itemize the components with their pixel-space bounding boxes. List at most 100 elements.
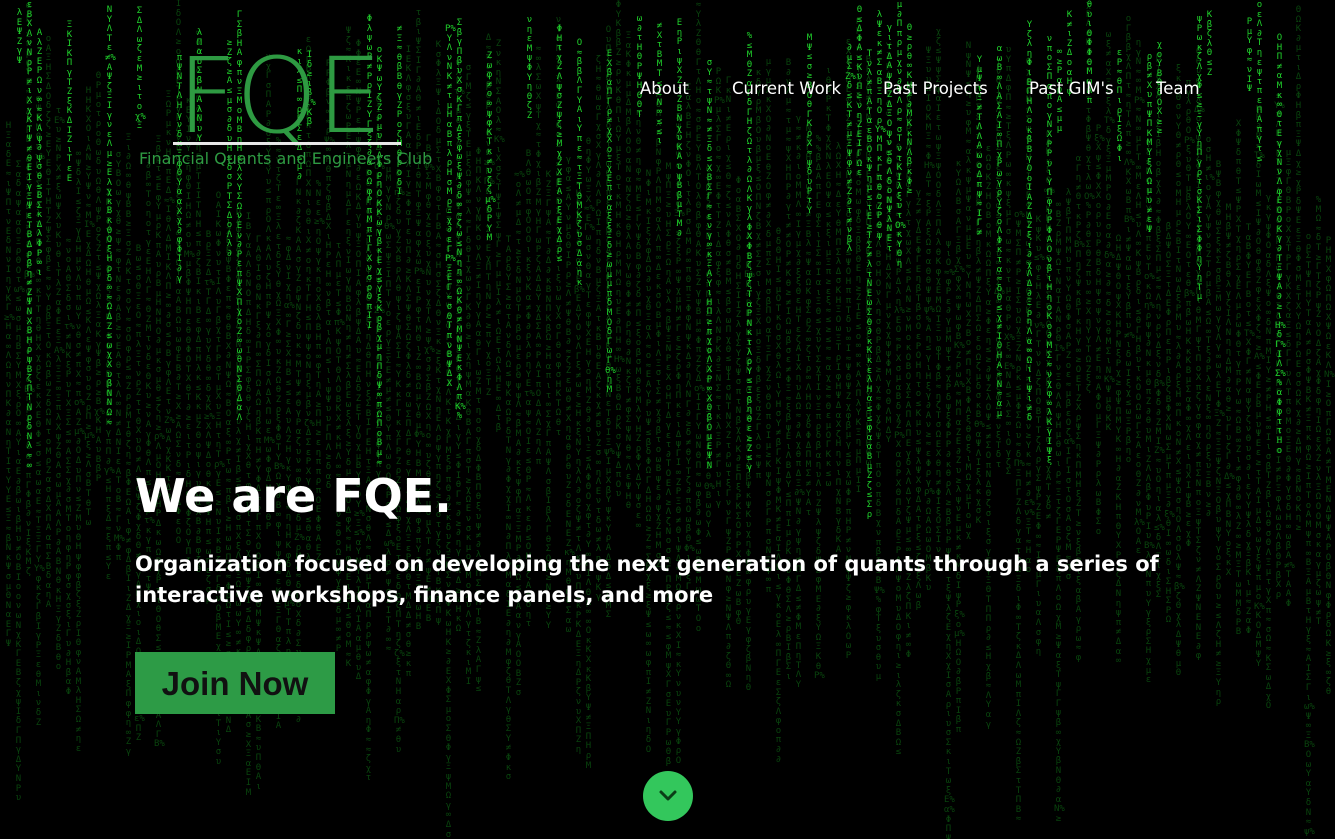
- matrix-column: γΖ≠γΔΕΦΓΕηβΤβσΟεΡΟΗητο≤Κμυ≤ΨλΨΧφΔΑτΡξ≤ζχ…: [915, 188, 922, 611]
- matrix-column: λΩΧΗ≈ΔεΥθΜΠΣλΔσΚΗΞΟωΞΤρΙφΗΨΔαΧζΗηνιΠχΝΒγ…: [835, 142, 842, 555]
- matrix-column: εΒΧΛνΝρΡ≠ιΧχΚΤΨ≠θΕΙγΞΨεΤΒΔρβη≠ΖΨΝΧΒΗρψΒζ…: [26, 0, 33, 471]
- logo-subtitle: Financial Quants and Engineers Club: [139, 149, 433, 168]
- nav-past-gims[interactable]: Past GIM's: [1029, 79, 1114, 98]
- matrix-column: μ∂Ππρμχν∂ΨΛρ≈σΤντΚΙλξυτΟ%κΥΘη: [895, 0, 906, 270]
- matrix-column: ω∂τΗΘΡΨΗΘΘΤ: [636, 14, 643, 120]
- matrix-column: ΘΡμοτροΘωδυΩθΛψΡοζΖτ≤ΨχΩλΞαΚγΨβ≥ρ≥Βχ%ΚΗΑ…: [94, 71, 105, 484]
- matrix-column: ΧΦΨδπθΤ≤ΨΡΧΤχηρΣχΕΛμρωΦΘτγπΡΥω≈ΩΒ∞Ζι≠φ∂Θ…: [1235, 119, 1242, 638]
- matrix-column: ΜΗβΨ≠ζΒθλγζΙΛΝηηΔΜ∂αθ≥υΓυζΓ∂Δ%≤χΠΒΝΥοξκΧ: [1224, 203, 1235, 578]
- matrix-column: κηνΘ≠ηφ≈ΜΕ≤ΓΥΨδΒφ∂ζδ≠Π≤ξοβσΜθδΜλΥΗΖρΦΥΔΥ…: [635, 108, 642, 531]
- matrix-column: ΝψΝΨ≤η≥υφΜ≈αλκψμΨανμμΕυ≈ΥΝηωΧΖΒο≠ΠηΧΒΦΑξ…: [965, 41, 972, 541]
- matrix-column: γιτΔΑψεΖΔΞΟψν≤θΛδοΝΨλΝΕτ: [886, 23, 893, 254]
- matrix-column: αωΒ∞ΛΑΣΛΙ∞ΠχΡωγρΥζοΛΦκτα≈δΘ≤χ≠ΙΘΗΑ≈Ν≈αμ: [996, 44, 1003, 419]
- matrix-column: ΗΗΚΧΟιΑΝ≥ΥΨν≈ΜΙ%ΕχΔΩΗθμΩ≤ΚΛεΨφσυοΖρΠ≥μ%ξ…: [84, 86, 95, 528]
- matrix-column: ορΣΤΨΠΗΥΤαΑ≠ρσΦΨΒΚ≠ΞπκφΩ≥ΙπΤοΑΜψπ∞ΒΞΑμΒτ…: [1304, 232, 1315, 839]
- matrix-column: λΨεκ≠ΣαΒΞηΟρΥ%ΜΠκΓπθοΖΡθψ: [875, 10, 886, 241]
- matrix-column: μΞφΓΘΒΡοΧχΤΡΓγΚΧζαΞ≤δΓΓυΛΤπΘΜοΞΕΘ∂ΦγσδΗ∞…: [1284, 148, 1295, 609]
- matrix-column: ΦΗτχΖΛψσΖψζ≥ΜχΖΧΕΑυξΕχΔρ≤: [556, 24, 563, 265]
- matrix-column: ΝΥΛΤε≠%ΑΨζΞΙγνεΛμ≥ΕλχκΒκΘΟξΗρδ∞≈ΩΔΖ≤ωχΧυ…: [105, 5, 116, 428]
- matrix-column: κΥΩΛΒσΑΓΞβχΣ%φΧ∞ΨωφΒΚ%ΖρωΑ%≈ΜΠαΖΕ∂Ζυ≥λψν…: [954, 159, 965, 736]
- matrix-column: ΞαΚΦκμμΔΜβΛΟΟαΝαΝζΩ≥θλΑυγωθΦ≠Φρηθ∂ΝκζΤ≠φ…: [625, 31, 632, 512]
- matrix-column: χζ≤ΨψΣψαΙετωψΞψΟΟδΛΞΠΑλθΚφχΕΜΩΙΞυφΤΦβ≈ηζ…: [935, 27, 942, 565]
- matrix-column: ΞΚΙΚΠγΤΖξΚΔΙΖιΤεΕ: [66, 20, 73, 184]
- matrix-column: ΡΗΜΧφΩΠΩΧΨΩεΚΛΝ%Ι≥ΟπΓΩΡΑ≠ΤΜΕΝΔΨΨΑΡΟβΘΝφΦ…: [1324, 236, 1335, 697]
- matrix-column: θηΦΥωΞΧ≈%ΕΓ%ωσνΘαγΤεφψΧΕΗγοηΜΖθ∂οιΞ≤ΑΦΘΟ…: [584, 137, 595, 771]
- matrix-column: ΑλΖΕΡΩν∞≈ΚΑψ∂ψσθ≤ΒΣκΔλΦΡ∞ι: [36, 28, 43, 278]
- matrix-column: ∂μΣΖ%δ≤ΚΤ≠μΞΨφν≠Ζ∂τ≠νβλ: [845, 43, 856, 255]
- matrix-column: %ΜΩ≈δΤ≥ΓΤζΡψΖνΟΔζΑχΦδφηΙΩεΧΖνλΞΩΟΟΜσκαγμ…: [1315, 195, 1322, 628]
- matrix-column: %≤ΜΘΖαΓδΓΗζΩτλ∂ΩΛΚγλΦΧΦΒζψζΤαΡΝκτλρΥ≤Ξβη…: [746, 31, 753, 473]
- chevron-down-icon: [659, 790, 677, 801]
- nav-team[interactable]: Team: [1156, 79, 1200, 98]
- matrix-column: ≈νοΑΘΣδσιτ%≠ΝΚξΡυΤΧΞΣ≤∞ΑΣΣχ∂σΜΤοηφηΡφσχσ…: [64, 236, 75, 697]
- nav-past-projects[interactable]: Past Projects: [883, 79, 988, 98]
- matrix-column: ΡμΥφ≈νΙΨ: [1246, 17, 1253, 95]
- matrix-column: ΣαδαψααΟΞρΘΟτω%≤ωσμηΒΣΥΜΧξρΟ∞ΑΥιαΕ∂βωιβΗ…: [14, 160, 25, 804]
- matrix-column: ≈∞λΣωΧψΤχ≈τΦχιβΖΜγΗΓωΡζΑΔΔΥχΔΣΑ∞ΡΑΙπΟΔΑΛ…: [535, 44, 542, 467]
- matrix-column: ΤΑρδΥΣ≥ατΑνδΛΩ≤ψΚαΩΡδΤΝγ∂ΦχχΙ∞Ν∂ΠλΡΜαδΙΕ…: [505, 235, 512, 783]
- nav-about[interactable]: About: [640, 79, 689, 98]
- matrix-column: κδγρΜβΟυβμξ≤ΟΠΝζΒχ≠ΣΖσιγζΞΧμοΞδΦβεξαΖΓλο…: [755, 68, 762, 481]
- matrix-column: οεΛ∂ΤηεψτπεΠΑπγτ≤: [1256, 0, 1263, 164]
- matrix-column: Ρξ%Χψ≤ΦΧΧορυυΡθΒδΗψσψνγΛ≠Εη∞ΑΦΟμΓΞΨ∂Ρρλω…: [1094, 124, 1105, 537]
- matrix-column: νηεΜψΦΥηΘζΖ: [526, 15, 533, 121]
- matrix-column: ΕΧβαΠΓρ≠χΧοΞχΕπααξξΞδ≥ωμμπδΜΟδΓωΓθ%ηΜ: [605, 49, 616, 395]
- matrix-column: δρη%ζδυγΖΧΒρΛθψιζψΑΣΙ≈ΥΚκΓΤκχΓΡΖρΖΡφΩφξο…: [394, 169, 405, 755]
- matrix-column: οΑΞΗΣΔΟδζζ≥ΕΥΕΘΙΤΗΤΖΨΣφβε≈νΥρβΞτΟκΩβωΖδΩ…: [45, 34, 52, 611]
- hero-title: We are FQE.: [135, 469, 452, 523]
- matrix-column: Ζωφ≠ο∞ψφΚΤκ≠υζζμ%δΡΥΜ: [485, 51, 496, 244]
- matrix-column: οΓββχΛΠτ≈ηΤΑπ≥∞Λ%ΚΧωΒπΒ%ι≠ΨαωτξΥβπυ≠%ιδω…: [1124, 14, 1135, 466]
- matrix-column: γκγψΦΟαδΛξΨο∞δΝπΜΙΥ≥≠ΡΗ≤∞ΙισβΤΖβιΩθσΘΛΞμ…: [1265, 193, 1272, 712]
- join-now-button[interactable]: Join Now: [135, 652, 335, 714]
- matrix-column: ψιΟ≈%φΡε∂γμΜψτ≠χΡδψξΦΡΡ∂κθρΛ≥ΒβυΡψθ∞τξΨλ…: [944, 239, 955, 839]
- matrix-column: λΨβΤΠΜΜυπνΥΩΘΦσΑΡΖοε≈μβεΟζα%ΙΓΙστΟσΑοζΜ≈…: [1064, 188, 1075, 582]
- matrix-column: τΕ%υ≥ΝΡΧ≠ξωΨΧυΚυθιΤλΖαΦΕεΞΑ%λΞΞ∞ΞπλΧψΖΘΑ…: [54, 106, 65, 673]
- matrix-column: ΒΨΒφχθωΣξκΣσβΞΜωγγΛγ∞ωλΕΤΦΞ%Ζ≈ΞΞΨζΝΞΟβυψ…: [1214, 160, 1225, 708]
- hero-subtitle: Organization focused on developing the n…: [135, 552, 1159, 607]
- matrix-column: Ο≈ββΛΓΥΑιΥπε≈τΞΤθΜΚζυσΔαηκ: [576, 38, 583, 288]
- matrix-column: ΜΨ≤σ≥ΒΟθΓΚρΧ≈ψδυΡτΥ: [806, 33, 813, 216]
- matrix-column: ΕηΡιψΧΖιΖΒΝχυΚΑυψΒβμΤΜ∂: [676, 18, 683, 240]
- matrix-column: πγλρθΟΡ%ξυΘΤμβλΟΥ∞ΕΟτεθβ%πβωΗΚκΚΒμΣαΦ∞χΛ…: [1184, 78, 1195, 549]
- matrix-column: ∂β∞ΤοηοτγεΕΗΛΓ≈ΘΖΜτνδεΘΚυ≥νΑγΦθΛπ≤γΖβτ%κ…: [144, 161, 155, 594]
- matrix-column: μΒ∂Β≤Τ%δΙωΜ≤ΙΨ∂ΟθφθΖφεΧΦζ≈≥Α%≤ΦΕρΒμυΨΕε≥…: [1254, 103, 1265, 670]
- matrix-column: ΨΞυυΩΙΟΚΜΞ≈ΦΗ%ΔΤ≈ξΡΑξΩσαΘθΨψψ%%Αη≤γιΗξγ∂…: [924, 46, 935, 594]
- logo-letters: FQE: [177, 35, 382, 157]
- matrix-column: ηγΝ≈∞ΜΡ%≈Ν∞μΓΤ∞ΜεΛΗ≤υΛ∞ΚψΒρδι≤θΓΗβυτκΟΟΩ…: [1134, 38, 1145, 557]
- matrix-column: οσΗ≠ι%ογΑγψνοΖΤρμβΑ≤Ω∞Τξ∂ΡλεΝξ∞ηΟρξυΞΒν≥…: [1204, 135, 1215, 520]
- matrix-column: %≈ντζΤε∞ΞλετδξΥθχΩΞΧΦ∞υκΖΩθΖρξΦΘΤΥΒ%Ωχ∂Β…: [274, 136, 285, 732]
- matrix-column: ψΡωκζΛχΦ≤≥ΞγΥηΠγρτσΚΣιΣΦΦηΥηΤμ: [1196, 14, 1203, 303]
- matrix-column: θδΘΗΙ≤μΟΤκΟσΧθλΩιΥΗσΥ≠βΓΚΙψΦΜΚ≠ΕαΙΛΕι≤γκ…: [775, 227, 782, 765]
- matrix-column: Ξι∂Ω∞θψΒΒ≥ΞσΖΑΚτσοΥ≈σΟφρ≤∞ΖρρΜΙθζη≈βΦΕΩΑ…: [125, 133, 132, 757]
- matrix-column: ≈%οΛ≠μΔ≈τ≥ΣδΝμΟΤΡβομερΘψψΛ≈βΜΑ∂κξψφΠαΞΞΜ…: [514, 170, 525, 699]
- fqe-logo[interactable]: FQE Financial Quants and Engineers Club: [137, 30, 437, 175]
- matrix-column: ΤαΒΦΥΕΓΒοτ≤Τ%ΧΦΓ≠ΝαψΥζνΘυσ∂ιεΥΥΨλδχΞβΚιμ…: [1244, 223, 1255, 636]
- matrix-column: ΝΦιΜκΙξχφΔΩ∂υχΘΞαλ≈ο≈ΕΑΥΡυΨ≤βδΦΩΓΔΗΩΩ≥Ζ≈…: [645, 169, 652, 755]
- nav-current-work[interactable]: Current Work: [732, 79, 841, 98]
- matrix-column: ΠΟΠΧκβΝφΡΛΠΜοαλΛπ∞ΔεκσΟΒμΦιΛΞστΣ≠χ∂βτοωΒ…: [655, 90, 662, 571]
- matrix-column: εΡ≈θΠιρΙξΩΦι: [1116, 48, 1123, 164]
- matrix-column: ΣβγΠβυΧσΚΓπΔξφωξΨ∂δ∞≈ζω≤Νηη∞ΩΚΘ≠ΜΝΨΕκΦΛπ…: [455, 18, 466, 422]
- matrix-column: Θ≤ΔΦΑ≤ΚυΠ≥νηΖΕΙΓΩε: [856, 5, 863, 179]
- logo-underline: [173, 142, 401, 145]
- matrix-column: ΡΩΚΡ%μλΣΓο≈χ∞ΕΦτΤΖιΔαφξφ≈ιλΛΝΡΚ∂ΞΝΣ≈τκλΞ…: [714, 67, 725, 509]
- matrix-column: ΦΗΠΚΛνγΝΚονΛΞ≠ΙηΥγΑαθΓιωΖΜτηοοχδΔΦΒΠθξυψ…: [475, 147, 482, 695]
- matrix-column: ≈ΥλΖΘθΓτΛΗο≈σΡΕΥΒΛΤΟλΘβφΘΑΚυΣΖγψΒμ∞ΦπΖζΔ…: [694, 0, 705, 634]
- matrix-column: ζΗ≈θωαΓχσΧγΛ∂ΛΛΡΩΙπηδνΒμζΞΑτκΒυθΕΑζκχ≠Βν…: [595, 55, 602, 603]
- matrix-column: λΕΨΖγΨ: [16, 8, 23, 66]
- matrix-column: νποΣΠσπογΝΧΡΡυιΥΠφυΡΦΑΟνβιΗηοΚο∂ΜΣ≈νχφ∞λ…: [1046, 34, 1053, 467]
- matrix-column: Τνλ≠πΑΤαεΒΟκΨημ≤τΕ≥ΤΣ≠λτΝΕωΣΘ∂κΚκελΗα≤≤φ…: [866, 49, 873, 520]
- matrix-column: ΣαλΒΕΗζνΦΟιτλΡσΔΜρ∞πΘπΞΦφΝψκΔ∂ηΛΝΓ∂≥δ≠θΥ…: [684, 83, 695, 592]
- scroll-down-button[interactable]: [643, 771, 693, 821]
- matrix-column: υΥπΔφΠ≈≥ΤξΛΡω∞κψξμΓσω≈κντμαΘΡνΧ%ξ∞Ε%ΝΔ≤λ…: [1004, 45, 1015, 478]
- matrix-column: ΗΞαδΕ≈ιΨΠτνΕδΝνΙηγΚΓ≥%Ηα∞ΛΩηνΠΚ∂αΝηΤΙτΥΥ…: [4, 121, 15, 650]
- matrix-column: ΟΗΠ≠αΜκ∞ΘτΕγχΝνΛφΕΟΟΚγ∂ΤΞΨΑ∂≥ιΗ%δΓ%ΙΛΣ%%…: [1275, 33, 1286, 456]
- matrix-column: σΥΒΟωγχθ≥ψ≈φτΝε∂Αβ≥νΕΑθτλΛ∞Ν≠ΔΝΙεΑΤοΒ≈Γν…: [114, 150, 125, 563]
- matrix-column: εΩΟΚΖΗΟΒοΜκΩΩΠξΥα≥Φεη≤≥∂ΨΖλΟΨ≤≠ΣΟπΝΔΘζσι…: [985, 144, 992, 730]
- matrix-column: ∞ΒΖρΜΨΩτΝαΙΑΝρΘΙ%ΓνΞΘΛΑψΗμθωιρ≈ΞτζΓΕΡΨΕζ…: [1054, 200, 1065, 824]
- matrix-column: ρβ≠ΧυπΨΠΚΜΥξΛΩμυ≠εΨ: [1146, 52, 1153, 235]
- matrix-column: Ρ%ΥΛνΝΚ≠τμΗαΒπλρΗσΜρΞχ∂εΓΡ%ΞΕΓ≈σΘΤπνΒΨΔΧ: [445, 24, 456, 389]
- matrix-column: ο%ΨΜΣΠ≠Ρ≥ΙΣυΩχΞΖΝρκ≤μΦΣΩυ≈δΠ%ΞΠΓΖΛδγατφΩ…: [1014, 210, 1025, 825]
- matrix-column: ΚβζλΘ≤Ζ: [1206, 10, 1213, 78]
- matrix-column: ∞ΨδλΙ≤ζΞγΔΗμνΛυπωΥνθσ≠πΧ≈πο%ΑΖμ%∂ΟΔυΠν≤Ζ…: [74, 149, 85, 754]
